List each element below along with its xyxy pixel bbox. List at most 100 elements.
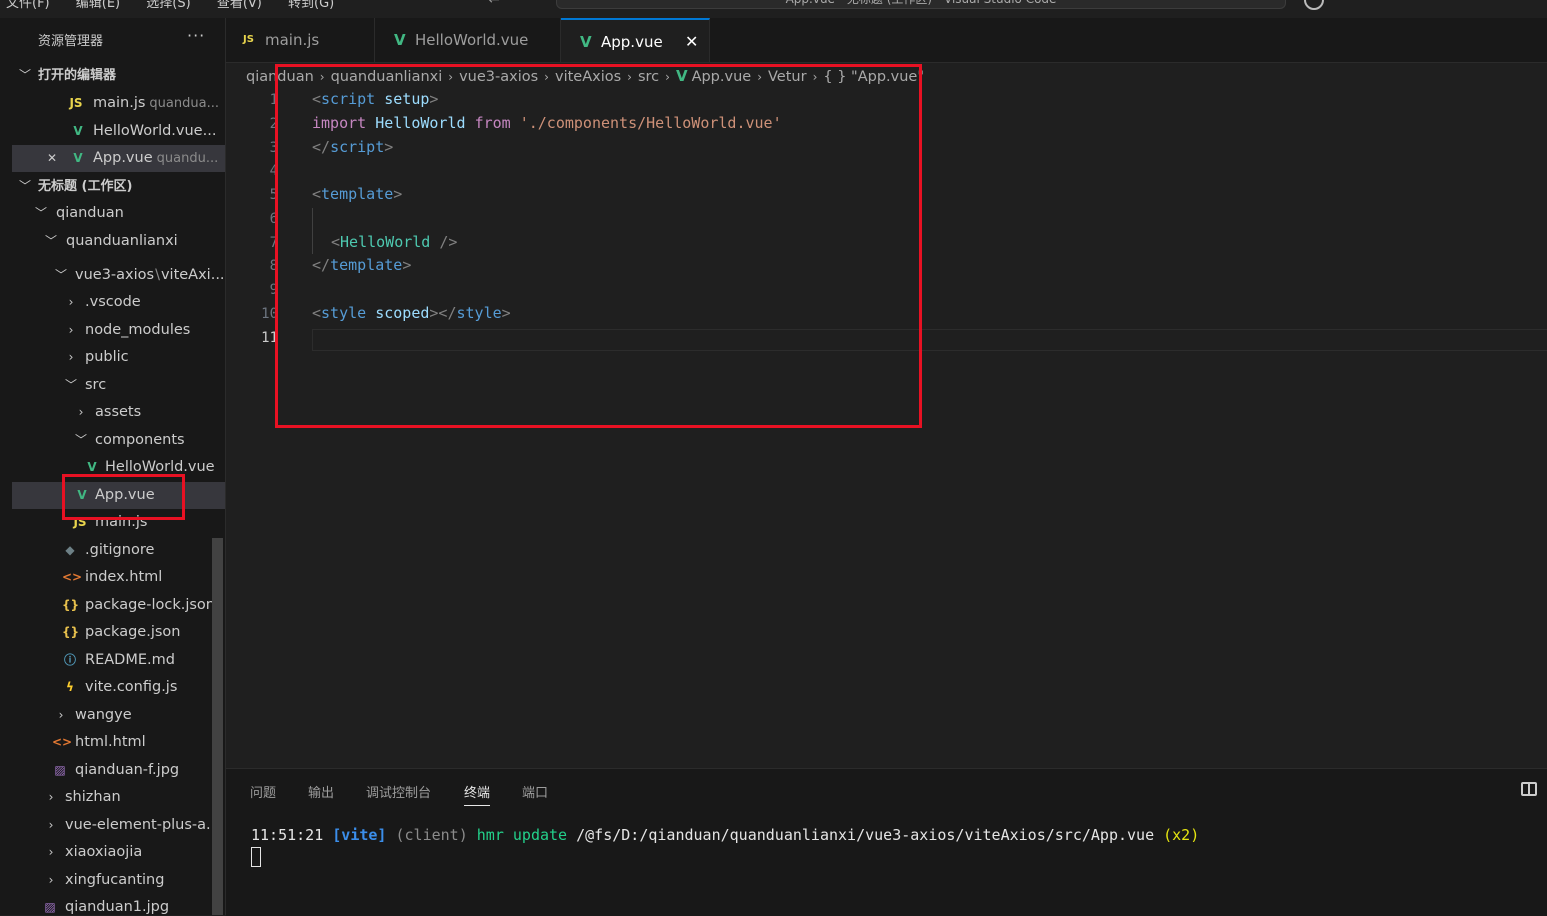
tree-file-readme-md[interactable]: ⓘ README.md <box>12 647 225 674</box>
file-label: .gitignore <box>85 542 155 558</box>
tree-folder-vscode[interactable]: › .vscode <box>12 289 225 316</box>
panel-tab-ports[interactable]: 端口 <box>522 782 548 801</box>
tree-folder-assets[interactable]: › assets <box>12 399 225 426</box>
image-file-icon: ▨ <box>54 763 66 777</box>
chevron-right-icon: › <box>48 845 54 859</box>
json-file-icon: {} <box>62 625 80 639</box>
tree-file-index-html[interactable]: <> index.html <box>12 564 225 591</box>
chevron-down-icon: ﹀ <box>44 234 57 248</box>
folder-label: public <box>85 349 129 365</box>
tree-folder-qianduan[interactable]: ﹀ qianduan <box>12 200 225 227</box>
chevron-right-icon: › <box>48 818 54 832</box>
tree-folder-xiaoxiaojia[interactable]: › xiaoxiaojia <box>12 839 225 866</box>
back-arrow-icon[interactable]: ← <box>488 0 500 8</box>
menu-view[interactable]: 查看(V) <box>217 0 262 11</box>
tree-folder-shizhan[interactable]: › shizhan <box>12 784 225 811</box>
panel-tab-problems[interactable]: 问题 <box>250 782 276 801</box>
panel-tab-terminal[interactable]: 终端 <box>464 782 491 806</box>
term-path: /@fs/D:/qianduan/quanduanlianxi/vue3-axi… <box>576 826 1155 844</box>
line-number: 3 <box>269 140 278 156</box>
open-editor-app-vue[interactable]: ✕ V App.vue quandu... <box>12 145 225 172</box>
tree-folder-public[interactable]: › public <box>12 344 225 371</box>
chevron-right-icon: › <box>68 350 74 364</box>
folder-label: xiaoxiaojia <box>65 844 143 860</box>
line-number: 8 <box>269 258 278 274</box>
split-terminal-icon[interactable] <box>1521 782 1537 796</box>
vue-file-icon: V <box>394 31 406 49</box>
tree-folder-wangye[interactable]: › wangye <box>12 702 225 729</box>
panel-tab-debug-console[interactable]: 调试控制台 <box>366 782 431 801</box>
menu-select[interactable]: 选择(S) <box>146 0 190 11</box>
menu-goto[interactable]: 转到(G) <box>288 0 334 11</box>
term-time: 11:51:21 <box>251 826 324 844</box>
account-icon[interactable] <box>1304 0 1324 10</box>
line-number: 6 <box>269 211 278 227</box>
folder-label: .vscode <box>85 294 141 310</box>
close-icon[interactable]: ✕ <box>685 20 698 64</box>
file-label: index.html <box>85 569 163 585</box>
tree-file-package-json[interactable]: {} package.json <box>12 619 225 646</box>
folder-label: vue-element-plus-a... <box>65 817 220 833</box>
tree-file-gitignore[interactable]: ◆ .gitignore <box>12 537 225 564</box>
command-center[interactable]: App.vue - 无标题 (工作区) - Visual Studio Code <box>556 0 1286 9</box>
term-client: (client) <box>395 826 468 844</box>
chevron-down-icon: ﹀ <box>18 68 31 82</box>
tree-file-qianduan-f-jpg[interactable]: ▨ qianduan-f.jpg <box>12 757 225 784</box>
tab-app-vue[interactable]: V App.vue ✕ <box>561 18 710 62</box>
file-name: HelloWorld.vue... <box>93 123 217 139</box>
chevron-down-icon: ﹀ <box>64 378 77 392</box>
tree-folder-node-modules[interactable]: › node_modules <box>12 317 225 344</box>
file-label: html.html <box>75 734 146 750</box>
open-editor-main-js[interactable]: JS main.js quandua... <box>12 90 225 117</box>
tree-folder-vue-element-plus[interactable]: › vue-element-plus-a... <box>12 812 225 839</box>
js-file-icon: JS <box>69 96 83 110</box>
line-number: 5 <box>269 187 278 203</box>
tree-folder-components[interactable]: ﹀ components <box>12 427 225 454</box>
tree-file-qianduan1-jpg[interactable]: ▨ qianduan1.jpg <box>12 894 225 915</box>
term-vite: [vite] <box>332 826 387 844</box>
chevron-right-icon: › <box>48 790 54 804</box>
chevron-down-icon: ﹀ <box>34 206 47 220</box>
folder-label: wangye <box>75 707 132 723</box>
open-editors-section[interactable]: ﹀ 打开的编辑器 <box>12 62 225 89</box>
git-file-icon: ◆ <box>65 543 75 557</box>
folder-label: src <box>85 377 107 393</box>
folder-label: viteAxi... <box>160 267 225 283</box>
chevron-right-icon: › <box>48 873 54 887</box>
open-editor-helloworld-vue[interactable]: V HelloWorld.vue... <box>12 118 225 145</box>
menu-edit[interactable]: 编辑(E) <box>76 0 120 11</box>
tree-file-vite-config-js[interactable]: ϟ vite.config.js <box>12 674 225 701</box>
image-file-icon: ▨ <box>44 900 56 914</box>
folder-label: xingfucanting <box>65 872 165 888</box>
tree-folder-src[interactable]: ﹀ src <box>12 372 225 399</box>
folder-label: qianduan <box>56 205 124 221</box>
chevron-right-icon: › <box>58 708 64 722</box>
term-hmr: hmr update <box>476 826 568 844</box>
vue-file-icon: V <box>580 33 592 51</box>
panel-tab-output[interactable]: 输出 <box>308 782 334 801</box>
tree-file-html-html[interactable]: <> html.html <box>12 729 225 756</box>
line-number: 1 <box>269 92 278 108</box>
folder-label: vue3-axios <box>75 267 155 283</box>
tree-file-package-lock-json[interactable]: {} package-lock.json <box>12 592 225 619</box>
open-editors-title: 打开的编辑器 <box>38 68 117 83</box>
file-path-desc: quandu... <box>156 151 219 166</box>
file-label: qianduan-f.jpg <box>75 762 180 778</box>
tree-folder-xingfucanting[interactable]: › xingfucanting <box>12 867 225 894</box>
editor-tab-bar: JS main.js V HelloWorld.vue V App.vue ✕ <box>226 18 1547 63</box>
workspace-section[interactable]: ﹀ 无标题 (工作区) <box>12 173 225 200</box>
file-label: qianduan1.jpg <box>65 899 170 915</box>
line-number: 2 <box>269 116 278 132</box>
chevron-down-icon: ﹀ <box>74 433 87 447</box>
html-file-icon: <> <box>52 735 73 749</box>
tab-helloworld-vue[interactable]: V HelloWorld.vue <box>375 18 561 62</box>
folder-label: components <box>95 432 185 448</box>
close-icon[interactable]: ✕ <box>44 145 60 172</box>
menu-file[interactable]: 文件(F) <box>6 0 50 11</box>
tree-folder-vue3-axios[interactable]: ﹀ vue3-axios\viteAxi... <box>12 262 225 289</box>
tree-folder-quanduanlianxi[interactable]: ﹀ quanduanlianxi <box>12 228 225 255</box>
sidebar-scrollbar[interactable] <box>212 538 223 915</box>
tab-main-js[interactable]: JS main.js <box>226 18 375 62</box>
line-number: 10 <box>261 306 278 322</box>
more-actions-icon[interactable]: ··· <box>187 26 205 45</box>
